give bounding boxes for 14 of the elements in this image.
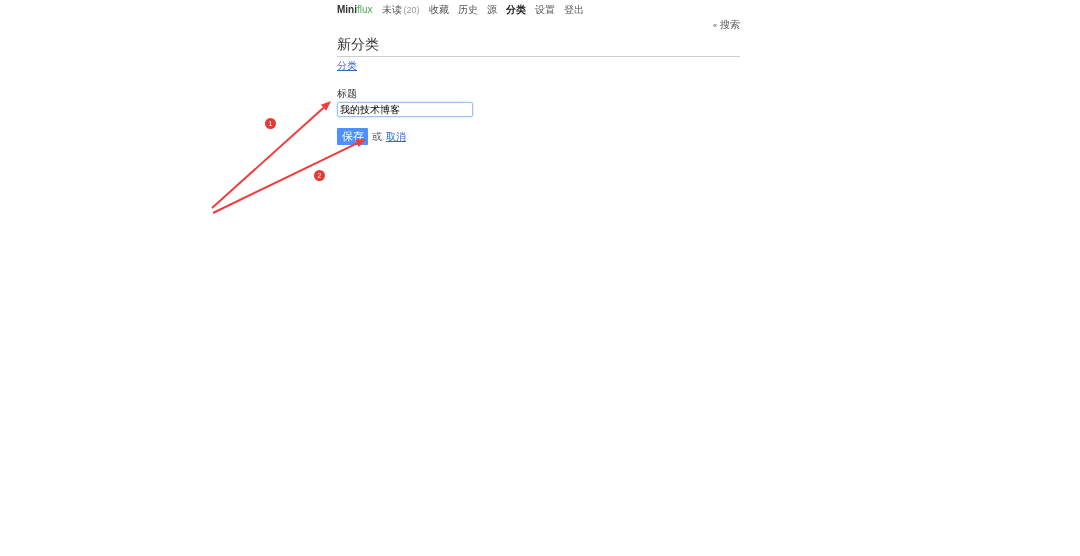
nav-link[interactable]: 历史: [457, 2, 478, 17]
nav-link[interactable]: 收藏: [428, 2, 449, 17]
or-text: 或: [372, 130, 382, 144]
nav-link[interactable]: 源: [486, 2, 497, 17]
page-title: 新分类: [337, 36, 379, 52]
field-label: 标题: [337, 88, 357, 100]
logo[interactable]: Miniflux: [337, 2, 373, 17]
title-input[interactable]: 我的技术博客: [337, 102, 473, 117]
nav-link[interactable]: 未读 (20): [381, 2, 420, 18]
nav-link[interactable]: 设置: [534, 2, 555, 17]
cancel-link[interactable]: 取消: [386, 129, 406, 144]
nav-link[interactable]: 分类: [505, 2, 526, 17]
breadcrumb-link[interactable]: 分类: [337, 60, 357, 72]
nav-link[interactable]: 登出: [563, 2, 584, 17]
